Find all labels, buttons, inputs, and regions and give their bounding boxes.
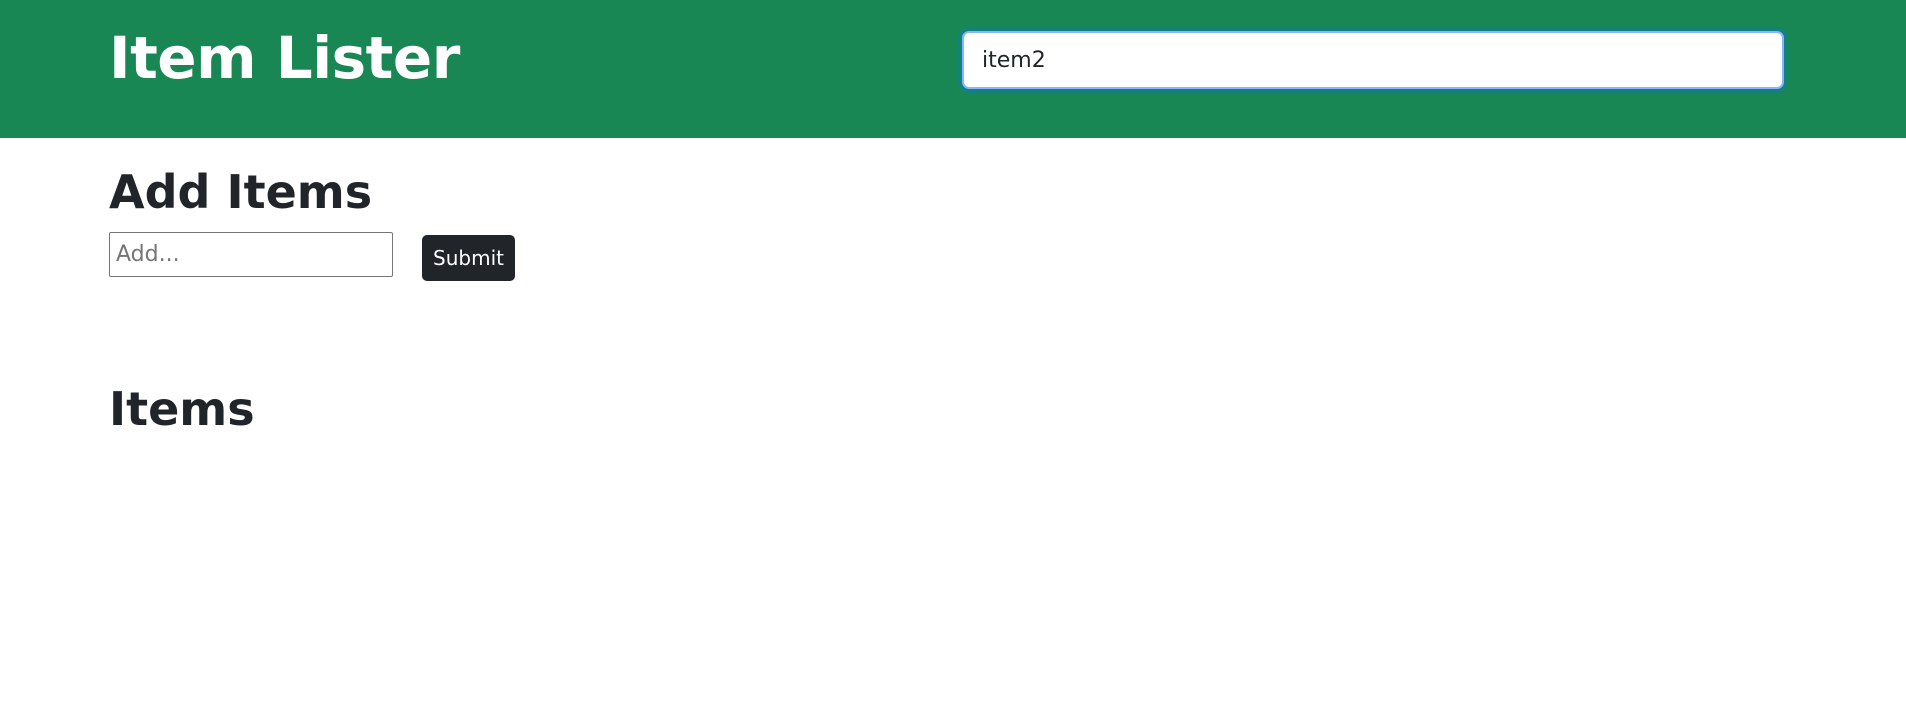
app-header: Item Lister: [0, 0, 1906, 138]
filter-input[interactable]: [962, 31, 1784, 89]
items-heading: Items: [109, 382, 255, 436]
submit-button[interactable]: Submit: [422, 235, 515, 281]
add-item-input[interactable]: [109, 232, 393, 277]
app-title: Item Lister: [109, 24, 460, 92]
add-items-heading: Add Items: [109, 165, 373, 219]
